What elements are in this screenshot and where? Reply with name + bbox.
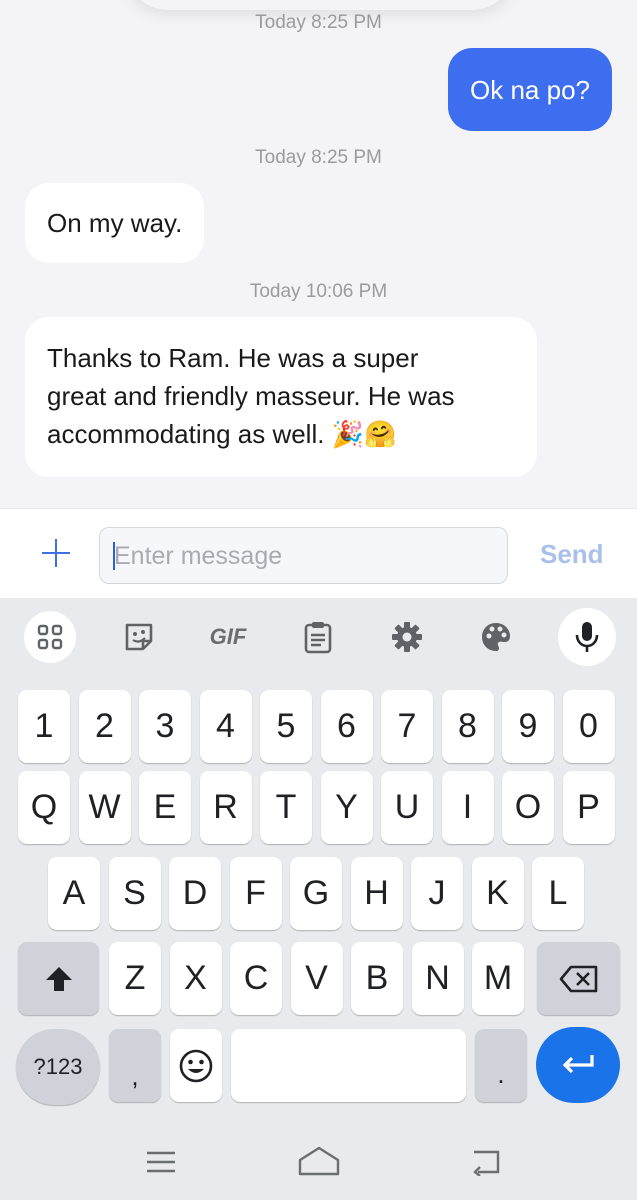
number-row-key[interactable]: 1 [18, 690, 70, 763]
letter-key[interactable]: O [502, 771, 554, 844]
letter-key[interactable]: U [381, 771, 433, 844]
message-timestamp: Today 8:25 PM [255, 12, 382, 33]
number-row-key[interactable]: 0 [562, 690, 615, 763]
scroll-shadow [120, 0, 520, 10]
letter-key[interactable]: J [411, 857, 463, 930]
settings-gear-icon[interactable] [382, 612, 432, 662]
comma-key[interactable]: , [109, 1029, 161, 1102]
sent-message-bubble[interactable]: Ok na po? [448, 48, 612, 131]
sticker-icon[interactable] [114, 612, 164, 662]
number-row-key[interactable]: 3 [139, 690, 191, 763]
backspace-key[interactable] [537, 942, 620, 1015]
received-message-bubble[interactable]: On my way. [25, 183, 205, 263]
received-message-bubble[interactable]: Thanks to Ram. He was a super great and … [25, 317, 537, 477]
letter-key[interactable]: R [199, 771, 252, 844]
letter-key[interactable]: G [290, 857, 342, 930]
letter-key[interactable]: M [472, 942, 524, 1015]
letter-key[interactable]: Y [320, 771, 373, 844]
letter-key[interactable]: Z [109, 942, 161, 1015]
letter-key[interactable]: A [48, 857, 100, 930]
letter-key[interactable]: T [260, 771, 312, 844]
letter-key[interactable]: K [471, 857, 524, 930]
enter-icon [562, 1055, 594, 1074]
message-composer: Send [0, 508, 637, 598]
shift-key[interactable] [18, 942, 99, 1015]
letter-key[interactable]: Q [18, 771, 70, 844]
number-row-key[interactable]: 8 [441, 690, 494, 763]
letter-key[interactable]: P [562, 771, 615, 844]
letter-key[interactable]: V [290, 942, 343, 1015]
send-button[interactable]: Send [540, 539, 604, 570]
message-line: accommodating as well. 🎉🤗 [47, 419, 397, 449]
system-navigation-bar [0, 1120, 637, 1200]
message-timestamp: Today 8:25 PM [255, 147, 382, 168]
number-row-key[interactable]: 6 [320, 690, 373, 763]
letter-key[interactable]: S [108, 857, 161, 930]
letter-key[interactable]: D [169, 857, 221, 930]
message-timestamp: Today 10:06 PM [249, 281, 388, 302]
number-row-key[interactable]: 4 [199, 690, 252, 763]
symbols-key[interactable]: ?123 [16, 1029, 100, 1105]
letter-key[interactable]: W [78, 771, 131, 844]
enter-key[interactable] [536, 1027, 620, 1103]
emoji-icon [179, 1049, 213, 1082]
message-input[interactable] [114, 536, 494, 576]
add-attachment-icon[interactable] [36, 533, 76, 573]
shift-arrow-icon [45, 966, 72, 991]
letter-key[interactable]: X [169, 942, 222, 1015]
number-row-key[interactable]: 7 [381, 690, 433, 763]
message-input-box[interactable] [99, 527, 508, 584]
message-line: great and friendly masseur. He was [47, 381, 455, 411]
gif-icon[interactable]: GIF [203, 612, 253, 662]
period-key[interactable]: . [475, 1029, 527, 1102]
back-icon[interactable] [470, 1148, 502, 1181]
letter-key[interactable]: I [441, 771, 494, 844]
letter-key[interactable]: B [351, 942, 403, 1015]
message-line: Thanks to Ram. He was a super [47, 343, 419, 373]
number-row-key[interactable]: 2 [78, 690, 131, 763]
spacebar-key[interactable] [231, 1029, 466, 1102]
number-row-key[interactable]: 9 [502, 690, 554, 763]
backspace-icon [559, 965, 597, 992]
letter-key[interactable]: E [139, 771, 191, 844]
clipboard-icon[interactable] [293, 612, 343, 662]
number-row-key[interactable]: 5 [260, 690, 312, 763]
home-icon[interactable] [297, 1144, 341, 1183]
apps-grid-icon[interactable] [24, 611, 76, 663]
chat-thread: Today 8:25 PM Ok na po? Today 8:25 PM On… [0, 0, 637, 508]
letter-key[interactable]: H [350, 857, 403, 930]
letter-key[interactable]: C [230, 942, 282, 1015]
letter-key[interactable]: L [532, 857, 584, 930]
letter-key[interactable]: N [411, 942, 464, 1015]
keyboard-toolbar: GIF [0, 598, 637, 682]
letter-key[interactable]: F [229, 857, 282, 930]
theme-palette-icon[interactable] [471, 612, 521, 662]
recent-apps-icon[interactable] [146, 1150, 176, 1179]
emoji-key[interactable] [170, 1029, 222, 1102]
microphone-icon[interactable] [558, 608, 616, 666]
